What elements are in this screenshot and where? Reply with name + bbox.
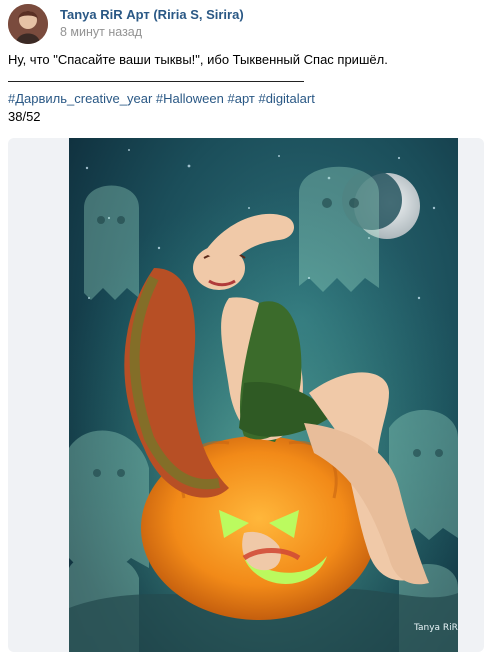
post-text: Ну, что "Спасайте ваши тыквы!", ибо Тыкв… xyxy=(8,52,388,67)
hashtag[interactable]: #Halloween xyxy=(156,91,224,106)
avatar[interactable] xyxy=(8,4,48,44)
hashtag[interactable]: #Дарвиль_creative_year xyxy=(8,91,152,106)
post-counter: 38/52 xyxy=(8,109,41,124)
post-divider-line xyxy=(8,72,304,90)
post-header: Tanya RiR Арт (Riria S, Sirira) 8 минут … xyxy=(8,4,478,44)
hashtags: #Дарвиль_creative_year #Halloween #арт #… xyxy=(8,90,315,108)
author-name[interactable]: Tanya RiR Арт (Riria S, Sirira) xyxy=(60,7,244,22)
artwork-signature: Tanya RiR xyxy=(413,623,458,633)
hashtag[interactable]: #digitalart xyxy=(258,91,314,106)
post-time[interactable]: 8 минут назад xyxy=(60,25,142,39)
post: Tanya RiR Арт (Riria S, Sirira) 8 минут … xyxy=(0,0,492,657)
hashtag[interactable]: #арт xyxy=(227,91,254,106)
artwork-image[interactable]: Tanya RiR xyxy=(69,138,458,652)
avatar-image xyxy=(8,4,48,44)
post-image-container[interactable]: Tanya RiR xyxy=(8,138,484,652)
divider xyxy=(8,81,304,83)
